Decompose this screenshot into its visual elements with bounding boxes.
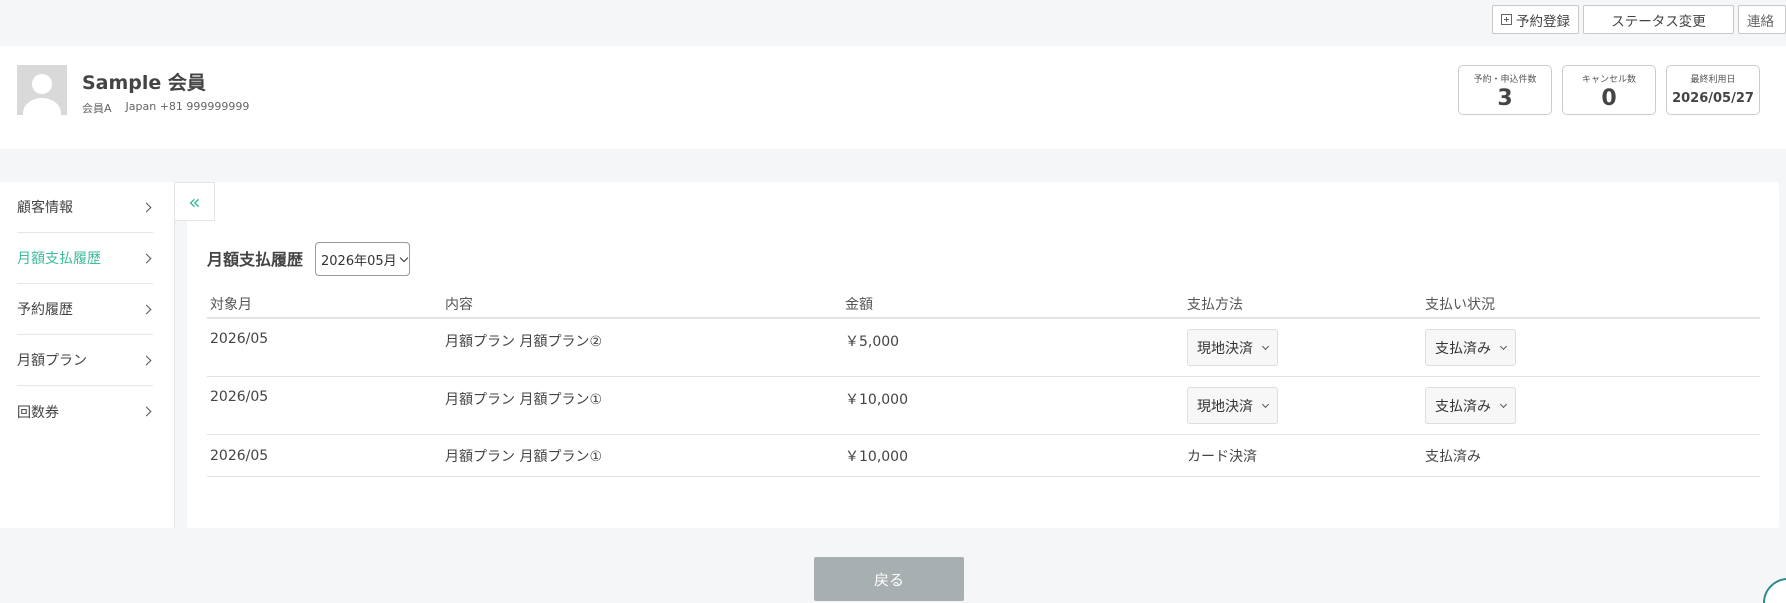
stat-reservation-count: 予約・申込件数 3 (1458, 65, 1552, 115)
column-header-month: 対象月 (210, 296, 252, 313)
sidebar-item-label: 回数券 (17, 404, 59, 421)
sidebar-item-label: 顧客情報 (17, 200, 73, 216)
payment-history-panel: 月額支払履歴 2026年05月 対象月 内容 金額 支払方法 支払い状況 202… (187, 182, 1779, 528)
column-header-amount: 金額 (845, 296, 873, 313)
column-header-method: 支払方法 (1187, 296, 1243, 313)
month-select[interactable]: 2026年05月 (315, 242, 410, 276)
chevron-down-icon (1499, 342, 1508, 350)
cell-method: カード決済 (1187, 448, 1257, 465)
table-header: 対象月 内容 金額 支払方法 支払い状況 (207, 290, 1760, 319)
back-button[interactable]: 戻る (814, 557, 964, 601)
contact-button[interactable]: 連絡 (1738, 5, 1786, 34)
payment-status-value: 支払済み (1435, 340, 1491, 357)
cell-status: 支払済み (1425, 329, 1760, 366)
stat-label: 最終利用日 (1690, 75, 1736, 85)
stat-label: キャンセル数 (1581, 75, 1636, 85)
cell-month: 2026/05 (210, 389, 269, 405)
sidebar-item-monthly-payment-history[interactable]: 月額支払履歴 (17, 233, 153, 284)
floating-help-icon[interactable] (1763, 578, 1786, 603)
chevron-right-icon (141, 304, 152, 314)
stat-cancel-count: キャンセル数 0 (1562, 65, 1656, 115)
double-chevron-left-icon: « (188, 189, 201, 214)
stat-value: 2026/05/27 (1672, 91, 1754, 106)
cell-method: 現地決済 (1187, 387, 1425, 424)
chevron-down-icon (1261, 400, 1270, 408)
cell-content: 月額プラン 月額プラン① (445, 392, 603, 408)
member-phone: Japan +81 999999999 (125, 100, 250, 113)
chevron-down-icon (1261, 342, 1270, 350)
chevron-right-icon (141, 355, 152, 365)
cell-status: 支払済み (1425, 448, 1481, 465)
reserve-register-button[interactable]: 予約登録 (1492, 5, 1579, 34)
plus-square-icon (1501, 14, 1512, 25)
sidebar-item-monthly-plan[interactable]: 月額プラン (17, 335, 153, 386)
cell-amount: ￥10,000 (845, 448, 908, 465)
column-header-content: 内容 (445, 296, 473, 313)
sidebar-item-reservation-history[interactable]: 予約履歴 (17, 284, 153, 335)
chevron-right-icon (141, 253, 152, 263)
member-type: 会員A (82, 102, 112, 115)
table-row: 2026/05 月額プラン 月額プラン② ￥5,000 現地決済 支払済み (207, 319, 1760, 377)
member-details: 会員A Japan +81 999999999 (82, 100, 249, 116)
sidebar: 顧客情報 月額支払履歴 予約履歴 月額プラン 回数券 (0, 182, 175, 528)
sidebar-item-label: 予約履歴 (17, 302, 73, 318)
stat-value: 3 (1497, 86, 1513, 111)
table-row: 2026/05 月額プラン 月額プラン① ￥10,000 現地決済 支払済み (207, 377, 1760, 435)
cell-month: 2026/05 (210, 447, 269, 464)
sidebar-item-customer-info[interactable]: 顧客情報 (17, 182, 153, 233)
member-name: Sample 会員 (82, 72, 206, 94)
stat-last-used: 最終利用日 2026/05/27 (1666, 65, 1760, 115)
cell-month: 2026/05 (210, 331, 269, 347)
chevron-right-icon (141, 406, 152, 417)
stat-value: 0 (1601, 86, 1617, 111)
cell-content: 月額プラン 月額プラン① (445, 448, 603, 465)
stat-label: 予約・申込件数 (1473, 75, 1537, 85)
top-actions: 予約登録 ステータス変更 連絡 (1492, 5, 1786, 34)
payment-method-select[interactable]: 現地決済 (1187, 329, 1278, 366)
cell-amount: ￥5,000 (845, 334, 900, 350)
payment-status-select[interactable]: 支払済み (1425, 329, 1516, 366)
sidebar-item-label: 月額支払履歴 (17, 251, 101, 267)
payment-status-select[interactable]: 支払済み (1425, 387, 1516, 424)
payment-method-value: 現地決済 (1197, 340, 1253, 357)
cell-amount: ￥10,000 (845, 392, 908, 408)
collapse-sidebar-button[interactable]: « (175, 182, 215, 221)
payment-table: 対象月 内容 金額 支払方法 支払い状況 2026/05 月額プラン 月額プラン… (207, 290, 1760, 477)
cell-method: 現地決済 (1187, 329, 1425, 366)
section-title: 月額支払履歴 (207, 250, 304, 269)
sidebar-item-label: 月額プラン (17, 353, 87, 369)
cell-content: 月額プラン 月額プラン② (445, 334, 603, 350)
status-change-button[interactable]: ステータス変更 (1583, 5, 1734, 34)
chevron-down-icon (399, 253, 408, 262)
chevron-down-icon (1499, 400, 1508, 408)
member-header: Sample 会員 会員A Japan +81 999999999 予約・申込件… (0, 46, 1786, 149)
payment-method-value: 現地決済 (1197, 398, 1253, 415)
chevron-right-icon (141, 202, 152, 212)
sidebar-item-coupon-tickets[interactable]: 回数券 (17, 386, 153, 437)
payment-status-value: 支払済み (1435, 398, 1491, 415)
month-select-value: 2026年05月 (321, 253, 397, 269)
avatar (17, 65, 67, 115)
cell-status: 支払済み (1425, 387, 1760, 424)
payment-method-select[interactable]: 現地決済 (1187, 387, 1278, 424)
reserve-register-label: 予約登録 (1516, 13, 1570, 30)
table-row: 2026/05 月額プラン 月額プラン① ￥10,000 カード決済 支払済み (207, 435, 1760, 477)
column-header-status: 支払い状況 (1425, 296, 1495, 313)
